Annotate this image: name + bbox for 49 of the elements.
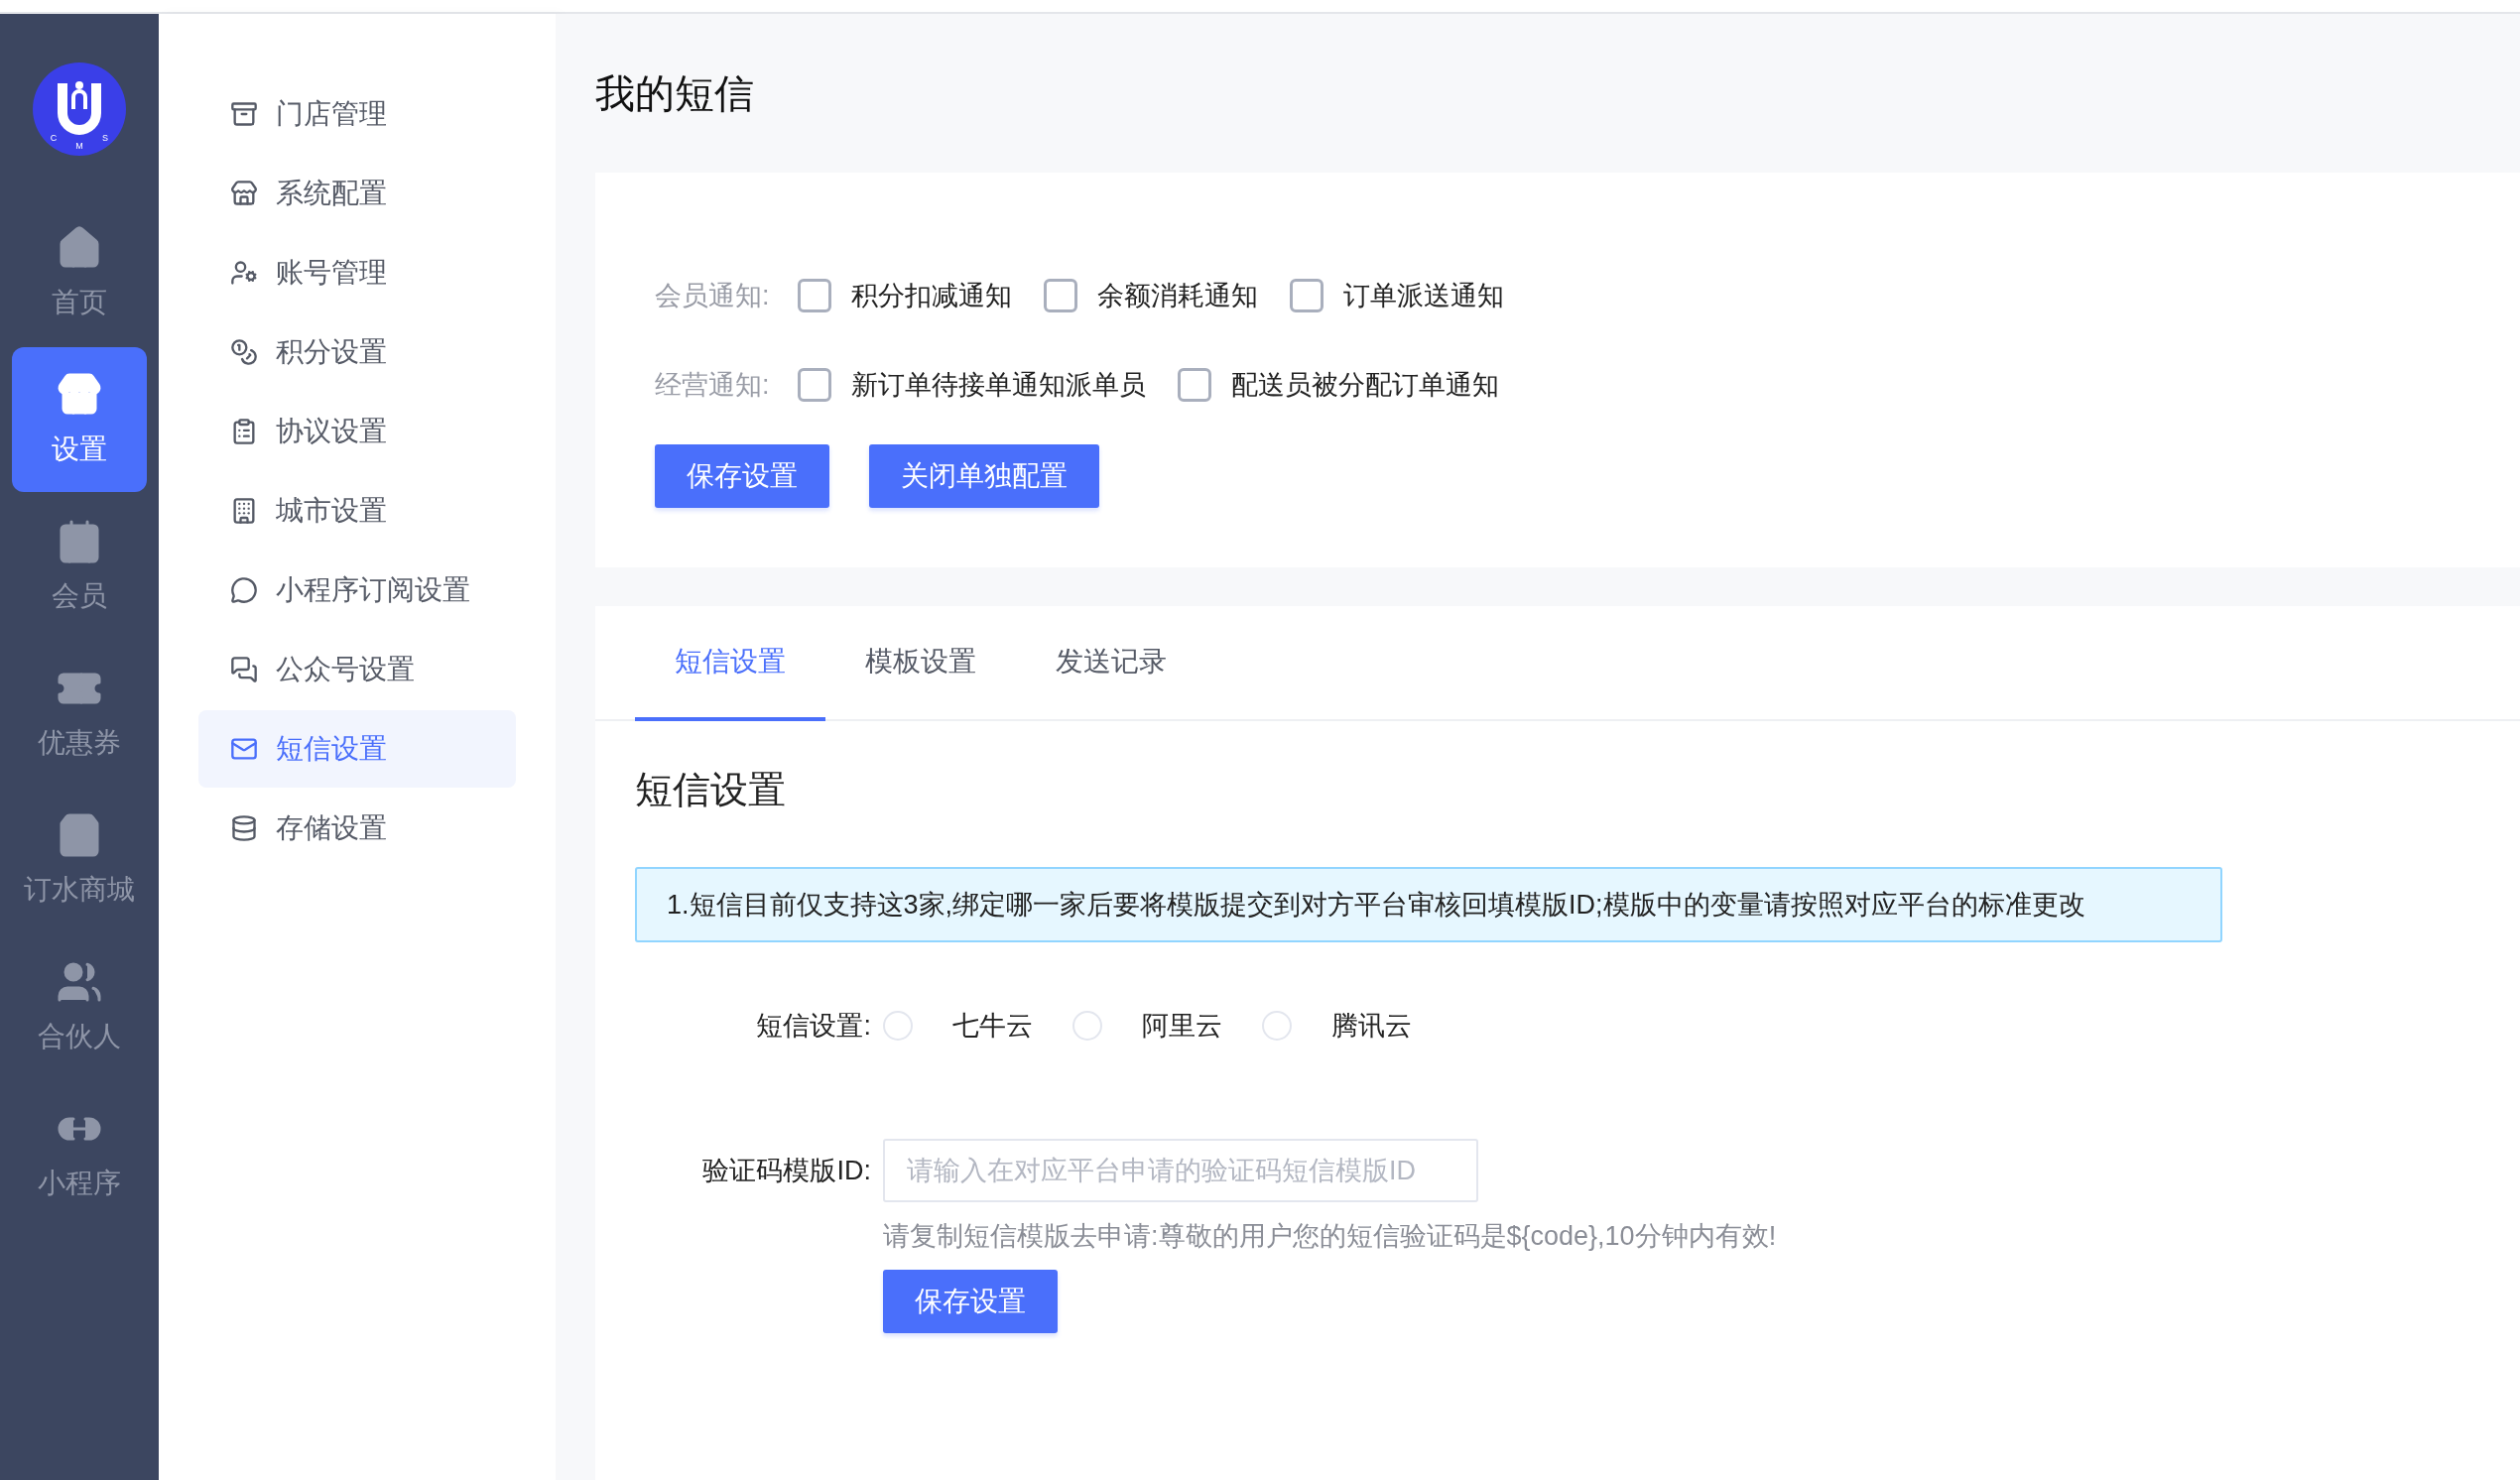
logo: C M S xyxy=(32,62,127,157)
database-icon xyxy=(230,814,258,842)
checkbox-option[interactable]: 新订单待接单通知派单员 xyxy=(797,367,1146,403)
menu-item[interactable]: 积分设置 xyxy=(198,313,516,391)
checkbox[interactable] xyxy=(797,368,831,402)
menu-item[interactable]: 短信设置 xyxy=(198,710,516,788)
field-label: 短信设置: xyxy=(755,1010,872,1043)
menu-item[interactable]: 城市设置 xyxy=(198,472,516,550)
checkbox[interactable] xyxy=(1289,279,1323,312)
chat-icon xyxy=(230,656,258,683)
menu-item[interactable]: 协议设置 xyxy=(198,393,516,470)
section-title: 短信设置 xyxy=(635,768,787,812)
checkbox-option[interactable]: 积分扣减通知 xyxy=(797,278,1012,313)
checkbox[interactable] xyxy=(797,279,831,312)
action-button[interactable]: 保存设置 xyxy=(655,444,829,508)
user-icon xyxy=(230,259,258,287)
tab[interactable]: 短信设置 xyxy=(635,606,825,721)
menu-item[interactable]: 小程序订阅设置 xyxy=(198,552,516,629)
radio-option[interactable]: 阿里云 xyxy=(1072,1008,1222,1044)
checkbox-option[interactable]: 配送员被分配订单通知 xyxy=(1177,367,1499,403)
archive-icon xyxy=(230,100,258,128)
hint-text: 请复制短信模版去申请:尊敬的用户您的短信验证码是${code},10分钟内有效! xyxy=(883,1220,1777,1253)
coins-icon xyxy=(230,338,258,366)
nav-item[interactable]: 设置 xyxy=(12,347,147,492)
field-label: 经营通知: xyxy=(655,369,770,402)
tab[interactable]: 模板设置 xyxy=(825,606,1016,721)
menu-item[interactable]: 账号管理 xyxy=(198,234,516,311)
menu-item[interactable]: 存储设置 xyxy=(198,790,516,867)
radio-button[interactable] xyxy=(883,1011,913,1041)
tab[interactable]: 发送记录 xyxy=(1016,606,1206,721)
page-title: 我的短信 xyxy=(595,69,755,117)
menu-item[interactable]: 系统配置 xyxy=(198,155,516,232)
save-button[interactable]: 保存设置 xyxy=(883,1270,1058,1333)
radio-button[interactable] xyxy=(1262,1011,1292,1041)
checkbox[interactable] xyxy=(1043,279,1077,312)
checkbox-option[interactable]: 订单派送通知 xyxy=(1289,278,1504,313)
chat-icon xyxy=(230,576,258,604)
field-label: 会员通知: xyxy=(655,280,770,312)
menu-item[interactable]: 公众号设置 xyxy=(198,631,516,708)
action-button[interactable]: 关闭单独配置 xyxy=(869,444,1099,508)
radio-option[interactable]: 七牛云 xyxy=(883,1008,1033,1044)
radio-option[interactable]: 腾讯云 xyxy=(1262,1008,1412,1044)
checkbox[interactable] xyxy=(1177,368,1211,402)
radio-button[interactable] xyxy=(1072,1011,1102,1041)
checkbox-option[interactable]: 余额消耗通知 xyxy=(1043,278,1258,313)
field-label: 验证码模版ID: xyxy=(701,1155,872,1187)
menu-item[interactable]: 门店管理 xyxy=(198,75,516,153)
info-alert: 1.短信目前仅支持这3家,绑定哪一家后要将模版提交到对方平台审核回填模版ID;模版中的变量请按照对应平台的标准更改 xyxy=(635,867,2222,942)
template-id-field[interactable]: 请输入在对应平台申请的验证码短信模版ID xyxy=(883,1139,1478,1202)
